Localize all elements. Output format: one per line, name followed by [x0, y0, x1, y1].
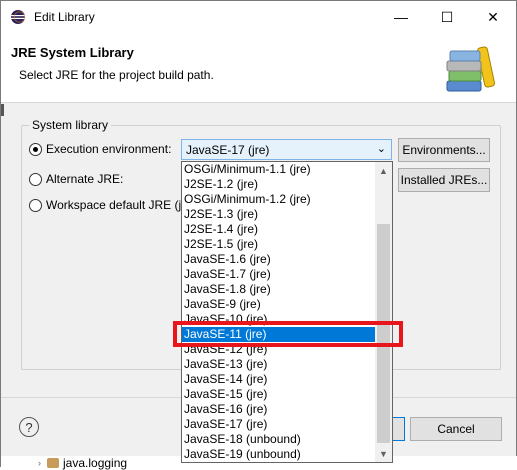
background-item-label: java.logging: [63, 456, 128, 470]
background-tree-item: › java.logging: [38, 456, 127, 470]
maximize-button[interactable]: ☐: [424, 1, 470, 33]
dropdown-item[interactable]: J2SE-1.3 (jre): [182, 207, 375, 222]
dropdown-item[interactable]: JavaSE-1.6 (jre): [182, 252, 375, 267]
dropdown-item[interactable]: JavaSE-13 (jre): [182, 357, 375, 372]
eclipse-icon: [11, 10, 26, 24]
radio-button[interactable]: [29, 198, 42, 212]
execution-environment-combo[interactable]: JavaSE-17 (jre) ⌄: [181, 139, 392, 160]
radio-label: Alternate JRE:: [46, 172, 124, 186]
system-library-label: System library: [29, 118, 112, 132]
dropdown-item[interactable]: J2SE-1.4 (jre): [182, 222, 375, 237]
radio-label: Workspace default JRE (jre): [46, 198, 196, 212]
dialog-header: JRE System Library Select JRE for the pr…: [1, 33, 516, 103]
dropdown-list[interactable]: OSGi/Minimum-1.1 (jre) J2SE-1.2 (jre) OSGi…: [182, 162, 375, 462]
library-books-icon: [446, 46, 495, 92]
highlight-annotation: [173, 321, 403, 347]
dropdown-scrollbar[interactable]: ▲ ▼: [375, 162, 392, 462]
radio-execution-environment[interactable]: Execution environment:: [29, 142, 171, 156]
close-button[interactable]: ✕: [470, 1, 516, 33]
scroll-down-icon[interactable]: ▼: [375, 445, 392, 462]
window-title: Edit Library: [34, 10, 95, 24]
dropdown-item[interactable]: JavaSE-9 (jre): [182, 297, 375, 312]
environments-button[interactable]: Environments...: [398, 138, 490, 162]
help-icon[interactable]: ?: [19, 417, 39, 437]
dropdown-item[interactable]: JavaSE-19 (unbound): [182, 447, 375, 462]
header-subtitle: Select JRE for the project build path.: [19, 68, 214, 82]
title-bar[interactable]: Edit Library — ☐ ✕: [1, 1, 516, 33]
edit-library-dialog: Edit Library — ☐ ✕ JRE System Library Se…: [0, 0, 517, 470]
minimize-button[interactable]: —: [378, 1, 424, 33]
dropdown-item[interactable]: OSGi/Minimum-1.1 (jre): [182, 162, 375, 177]
dropdown-item[interactable]: JavaSE-1.8 (jre): [182, 282, 375, 297]
radio-label: Execution environment:: [46, 142, 172, 156]
radio-button-checked[interactable]: [29, 142, 42, 156]
header-title: JRE System Library: [11, 45, 134, 60]
combo-value: JavaSE-17 (jre): [186, 143, 270, 157]
radio-alternate-jre[interactable]: Alternate JRE:: [29, 172, 123, 186]
dropdown-item[interactable]: J2SE-1.2 (jre): [182, 177, 375, 192]
background-marker: [1, 104, 4, 116]
dropdown-item[interactable]: JavaSE-18 (unbound): [182, 432, 375, 447]
radio-workspace-default[interactable]: Workspace default JRE (jre): [29, 198, 196, 212]
dropdown-item[interactable]: JavaSE-17 (jre): [182, 417, 375, 432]
dropdown-item[interactable]: JavaSE-1.7 (jre): [182, 267, 375, 282]
dropdown-item[interactable]: JavaSE-15 (jre): [182, 387, 375, 402]
radio-button[interactable]: [29, 172, 42, 186]
installed-jres-button[interactable]: Installed JREs...: [398, 168, 490, 192]
chevron-down-icon[interactable]: ⌄: [377, 142, 386, 155]
dropdown-item[interactable]: JavaSE-14 (jre): [182, 372, 375, 387]
dropdown-item[interactable]: JavaSE-16 (jre): [182, 402, 375, 417]
dropdown-item[interactable]: OSGi/Minimum-1.2 (jre): [182, 192, 375, 207]
cancel-button[interactable]: Cancel: [410, 417, 502, 441]
execution-environment-dropdown[interactable]: OSGi/Minimum-1.1 (jre) J2SE-1.2 (jre) OSGi…: [181, 161, 393, 463]
dropdown-item[interactable]: J2SE-1.5 (jre): [182, 237, 375, 252]
scroll-up-icon[interactable]: ▲: [375, 162, 392, 179]
